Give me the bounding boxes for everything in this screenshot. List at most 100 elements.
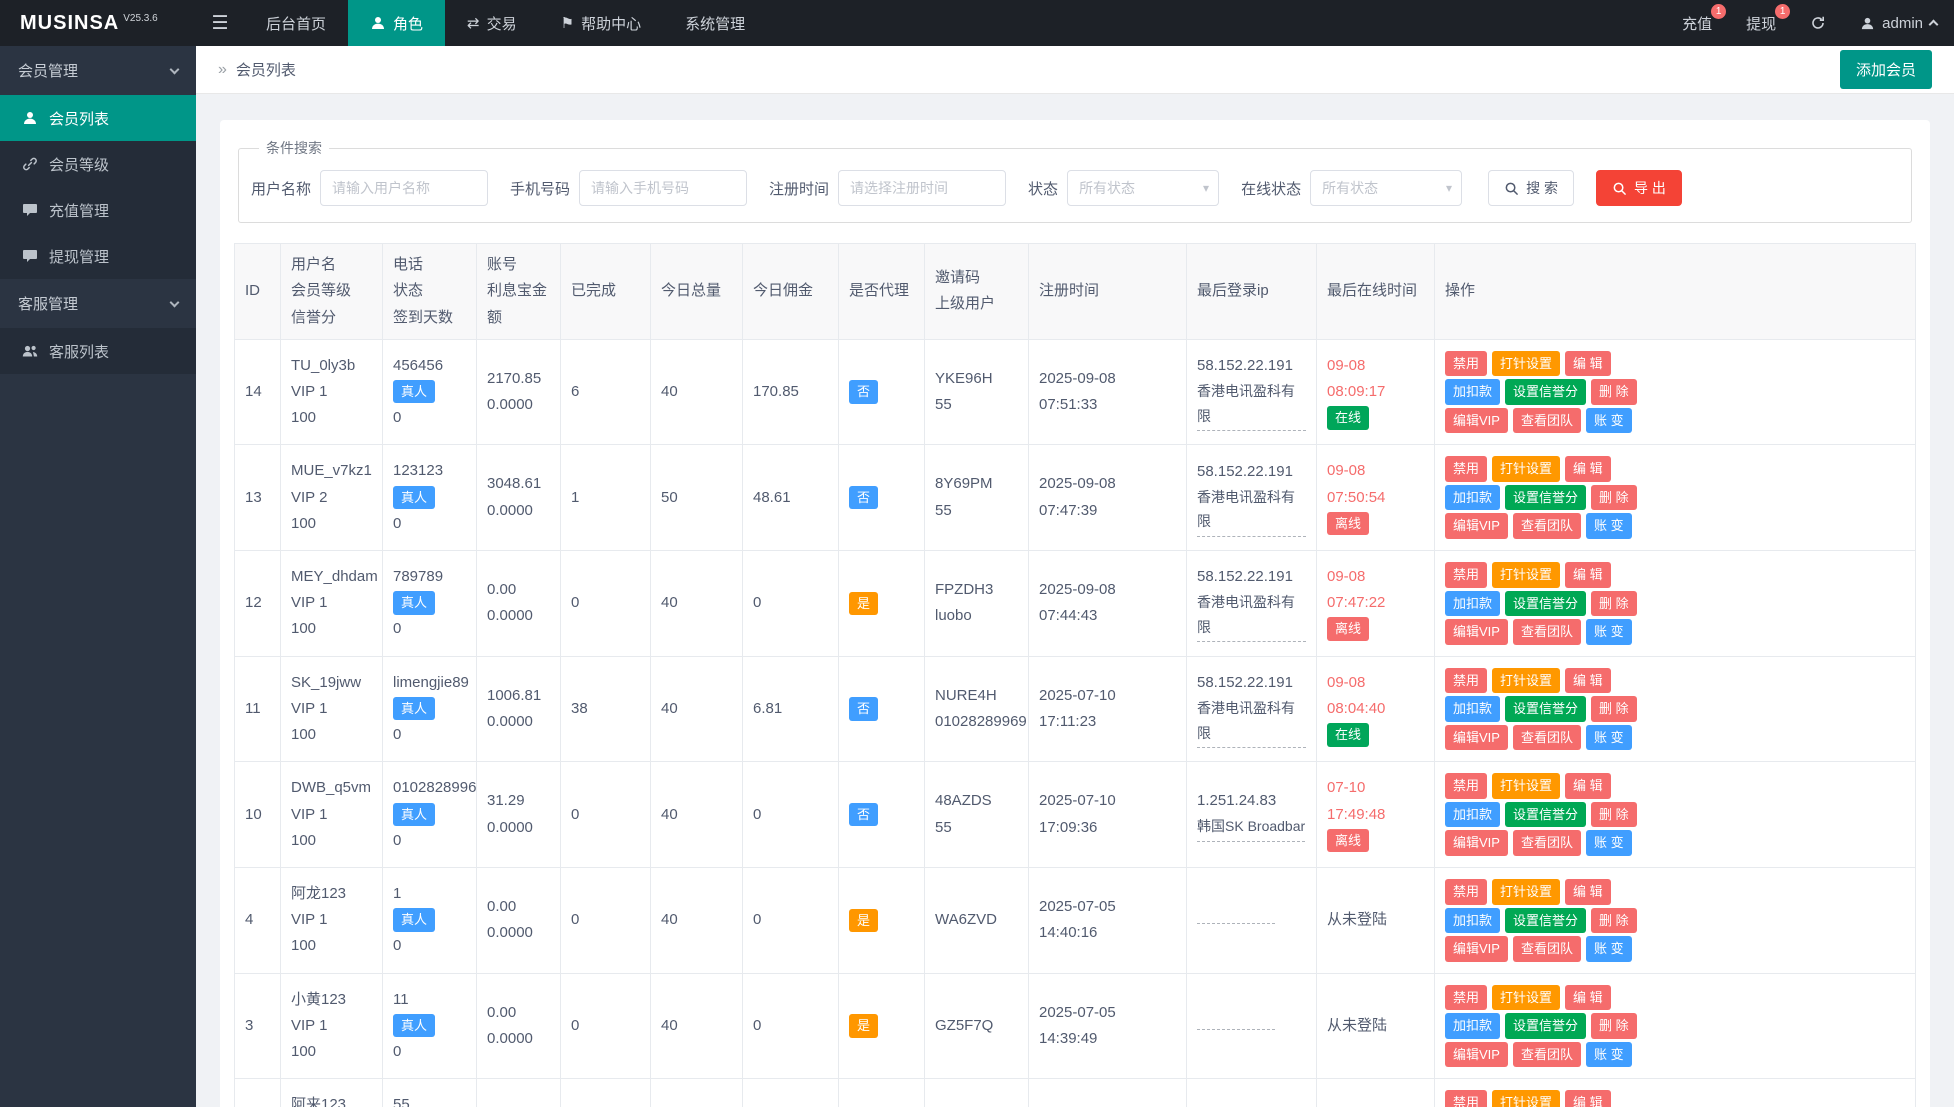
action-inject-setting-button[interactable]: 打针设置 <box>1492 1090 1561 1107</box>
reg-time-input[interactable] <box>838 170 1007 206</box>
action-set-credit-button[interactable]: 设置信誉分 <box>1505 801 1587 828</box>
sidebar-item-member-level[interactable]: 会员等级 <box>0 141 196 187</box>
action-edit-vip-button[interactable]: 编辑VIP <box>1445 724 1508 751</box>
action-edit-vip-button[interactable]: 编辑VIP <box>1445 1041 1508 1068</box>
action-view-team-button[interactable]: 查看团队 <box>1512 936 1581 962</box>
action-view-team-button[interactable]: 查看团队 <box>1512 830 1581 856</box>
nav-help-center[interactable]: ⚑ 帮助中心 <box>539 0 663 46</box>
sidebar-item-recharge-mgmt[interactable]: 充值管理 <box>0 187 196 233</box>
action-view-team-button[interactable]: 查看团队 <box>1512 724 1581 751</box>
withdraw-button[interactable]: 提现 1 <box>1729 0 1793 46</box>
cell-completed: 1 <box>560 444 651 552</box>
action-set-credit-button[interactable]: 设置信誉分 <box>1505 696 1587 722</box>
action-delete-button[interactable]: 删 除 <box>1591 907 1637 934</box>
phone-input[interactable] <box>579 170 748 206</box>
action-add-deduct-button[interactable]: 加扣款 <box>1445 1013 1501 1039</box>
cell-invite: WA6ZVD <box>924 866 1029 974</box>
menu-toggle-icon[interactable]: ☰ <box>196 0 244 46</box>
action-account-change-button[interactable]: 账 变 <box>1585 1041 1632 1068</box>
action-ban-button[interactable]: 禁用 <box>1445 878 1488 905</box>
username-input[interactable] <box>320 170 489 206</box>
online-status-select[interactable]: 所有状态 ▾ <box>1310 170 1463 206</box>
action-edit-button[interactable]: 编 辑 <box>1565 456 1611 482</box>
admin-menu[interactable]: admin <box>1843 0 1954 46</box>
sidebar-group-member-mgmt[interactable]: 会员管理 <box>0 46 196 95</box>
action-ban-button[interactable]: 禁用 <box>1445 456 1488 482</box>
action-edit-button[interactable]: 编 辑 <box>1565 878 1611 905</box>
action-edit-button[interactable]: 编 辑 <box>1565 1090 1611 1107</box>
action-delete-button[interactable]: 删 除 <box>1591 696 1637 722</box>
action-edit-button[interactable]: 编 辑 <box>1565 984 1611 1011</box>
action-add-deduct-button[interactable]: 加扣款 <box>1445 801 1501 828</box>
action-edit-vip-button[interactable]: 编辑VIP <box>1445 407 1508 434</box>
action-edit-button[interactable]: 编 辑 <box>1565 773 1611 799</box>
action-set-credit-button[interactable]: 设置信誉分 <box>1505 907 1587 934</box>
action-account-change-button[interactable]: 账 变 <box>1585 830 1632 856</box>
sidebar-item-support-list[interactable]: 客服列表 <box>0 328 196 374</box>
action-inject-setting-button[interactable]: 打针设置 <box>1492 773 1561 799</box>
action-view-team-button[interactable]: 查看团队 <box>1512 1041 1581 1068</box>
action-ban-button[interactable]: 禁用 <box>1445 1090 1488 1107</box>
admin-username: admin <box>1882 14 1923 32</box>
action-inject-setting-button[interactable]: 打针设置 <box>1492 667 1561 694</box>
action-set-credit-button[interactable]: 设置信誉分 <box>1505 1013 1587 1039</box>
action-account-change-button[interactable]: 账 变 <box>1585 513 1632 540</box>
phone-field: 手机号码 <box>510 170 748 206</box>
action-ban-button[interactable]: 禁用 <box>1445 773 1488 799</box>
action-edit-button[interactable]: 编 辑 <box>1565 667 1611 694</box>
action-edit-vip-button[interactable]: 编辑VIP <box>1445 513 1508 540</box>
real-person-badge: 真人 <box>393 485 436 510</box>
action-add-deduct-button[interactable]: 加扣款 <box>1445 696 1501 722</box>
action-edit-vip-button[interactable]: 编辑VIP <box>1445 830 1508 856</box>
export-button[interactable]: 导 出 <box>1595 170 1682 206</box>
action-view-team-button[interactable]: 查看团队 <box>1512 513 1581 540</box>
action-inject-setting-button[interactable]: 打针设置 <box>1492 456 1561 482</box>
sidebar-item-member-list[interactable]: 会员列表 <box>0 95 196 141</box>
action-edit-vip-button[interactable]: 编辑VIP <box>1445 936 1508 962</box>
action-add-deduct-button[interactable]: 加扣款 <box>1445 484 1501 511</box>
refresh-button[interactable] <box>1793 0 1843 46</box>
action-delete-button[interactable]: 删 除 <box>1591 1013 1637 1039</box>
nav-roles[interactable]: 角色 <box>348 0 446 46</box>
action-delete-button[interactable]: 删 除 <box>1591 801 1637 828</box>
export-button-label: 导 出 <box>1633 180 1666 196</box>
action-delete-button[interactable]: 删 除 <box>1591 379 1637 405</box>
action-account-change-button[interactable]: 账 变 <box>1585 936 1632 962</box>
cell-id: 3 <box>234 972 281 1080</box>
action-set-credit-button[interactable]: 设置信誉分 <box>1505 590 1587 617</box>
action-delete-button[interactable]: 删 除 <box>1591 590 1637 617</box>
add-member-button[interactable]: 添加会员 <box>1839 50 1932 89</box>
action-delete-button[interactable]: 删 除 <box>1591 484 1637 511</box>
action-edit-vip-button[interactable]: 编辑VIP <box>1445 619 1508 645</box>
action-ban-button[interactable]: 禁用 <box>1445 562 1488 588</box>
people-icon <box>22 345 38 357</box>
action-account-change-button[interactable]: 账 变 <box>1585 407 1632 434</box>
action-add-deduct-button[interactable]: 加扣款 <box>1445 907 1501 934</box>
action-ban-button[interactable]: 禁用 <box>1445 984 1488 1011</box>
search-button[interactable]: 搜 索 <box>1488 170 1574 206</box>
action-set-credit-button[interactable]: 设置信誉分 <box>1505 484 1587 511</box>
cell-invite: NURE4H 01028289969 <box>924 655 1029 763</box>
action-inject-setting-button[interactable]: 打针设置 <box>1492 350 1561 377</box>
action-set-credit-button[interactable]: 设置信誉分 <box>1505 379 1587 405</box>
nav-system-mgmt[interactable]: 系统管理 <box>663 0 767 46</box>
nav-dashboard[interactable]: 后台首页 <box>244 0 348 46</box>
sidebar-group-support-mgmt[interactable]: 客服管理 <box>0 279 196 328</box>
sidebar-item-withdraw-mgmt[interactable]: 提现管理 <box>0 233 196 279</box>
nav-trade[interactable]: ⇄ 交易 <box>445 0 539 46</box>
recharge-button[interactable]: 充值 1 <box>1665 0 1729 46</box>
action-view-team-button[interactable]: 查看团队 <box>1512 407 1581 434</box>
action-add-deduct-button[interactable]: 加扣款 <box>1445 590 1501 617</box>
action-edit-button[interactable]: 编 辑 <box>1565 562 1611 588</box>
action-view-team-button[interactable]: 查看团队 <box>1512 619 1581 645</box>
action-edit-button[interactable]: 编 辑 <box>1565 350 1611 377</box>
action-account-change-button[interactable]: 账 变 <box>1585 619 1632 645</box>
action-inject-setting-button[interactable]: 打针设置 <box>1492 562 1561 588</box>
action-inject-setting-button[interactable]: 打针设置 <box>1492 984 1561 1011</box>
status-select[interactable]: 所有状态 ▾ <box>1067 170 1220 206</box>
action-add-deduct-button[interactable]: 加扣款 <box>1445 379 1501 405</box>
action-ban-button[interactable]: 禁用 <box>1445 350 1488 377</box>
action-account-change-button[interactable]: 账 变 <box>1585 724 1632 751</box>
action-ban-button[interactable]: 禁用 <box>1445 667 1488 694</box>
action-inject-setting-button[interactable]: 打针设置 <box>1492 878 1561 905</box>
